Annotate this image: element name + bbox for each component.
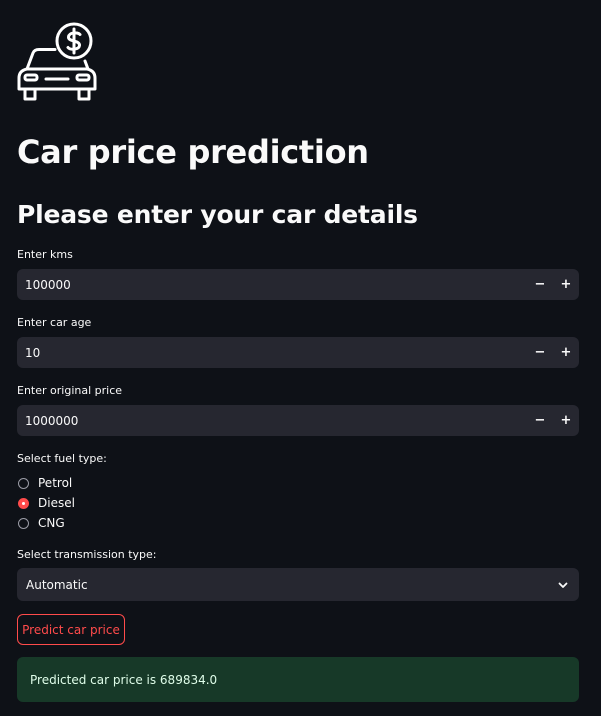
fuel-option-petrol[interactable]: Petrol (18, 474, 72, 492)
original-price-number-input: 1000000 − + (17, 405, 579, 436)
kms-decrement-button[interactable]: − (527, 269, 553, 300)
car-age-label: Enter car age (17, 316, 92, 329)
transmission-select[interactable]: Automatic (17, 568, 579, 601)
original-price-increment-button[interactable]: + (553, 405, 579, 436)
app-page: Car price prediction Please enter your c… (0, 0, 601, 716)
original-price-decrement-button[interactable]: − (527, 405, 553, 436)
prediction-result-text: Predicted car price is 689834.0 (30, 672, 218, 687)
fuel-type-label: Select fuel type: (17, 452, 107, 465)
car-price-icon (17, 22, 97, 101)
prediction-result-alert: Predicted car price is 689834.0 (17, 657, 579, 702)
car-age-increment-button[interactable]: + (553, 337, 579, 368)
radio-button[interactable] (18, 477, 29, 489)
predict-button[interactable]: Predict car price (17, 614, 125, 645)
kms-increment-button[interactable]: + (553, 269, 579, 300)
car-age-decrement-button[interactable]: − (527, 337, 553, 368)
chevron-down-icon (558, 582, 568, 588)
page-subtitle: Please enter your car details (17, 200, 418, 229)
fuel-option-cng[interactable]: CNG (18, 514, 65, 532)
transmission-label: Select transmission type: (17, 548, 157, 561)
radio-button[interactable] (18, 497, 29, 509)
original-price-label: Enter original price (17, 384, 123, 397)
kms-number-input: 100000 − + (17, 269, 579, 300)
kms-input[interactable]: 100000 (17, 278, 527, 292)
transmission-selected-value: Automatic (26, 577, 88, 592)
radio-label: Petrol (38, 476, 73, 490)
car-age-input[interactable]: 10 (17, 346, 527, 360)
original-price-input[interactable]: 1000000 (17, 414, 527, 428)
fuel-option-diesel[interactable]: Diesel (18, 494, 75, 512)
radio-label: Diesel (38, 496, 75, 510)
kms-label: Enter kms (17, 248, 73, 261)
radio-button[interactable] (18, 517, 29, 529)
radio-label: CNG (38, 516, 65, 530)
car-age-number-input: 10 − + (17, 337, 579, 368)
page-title: Car price prediction (17, 133, 369, 171)
